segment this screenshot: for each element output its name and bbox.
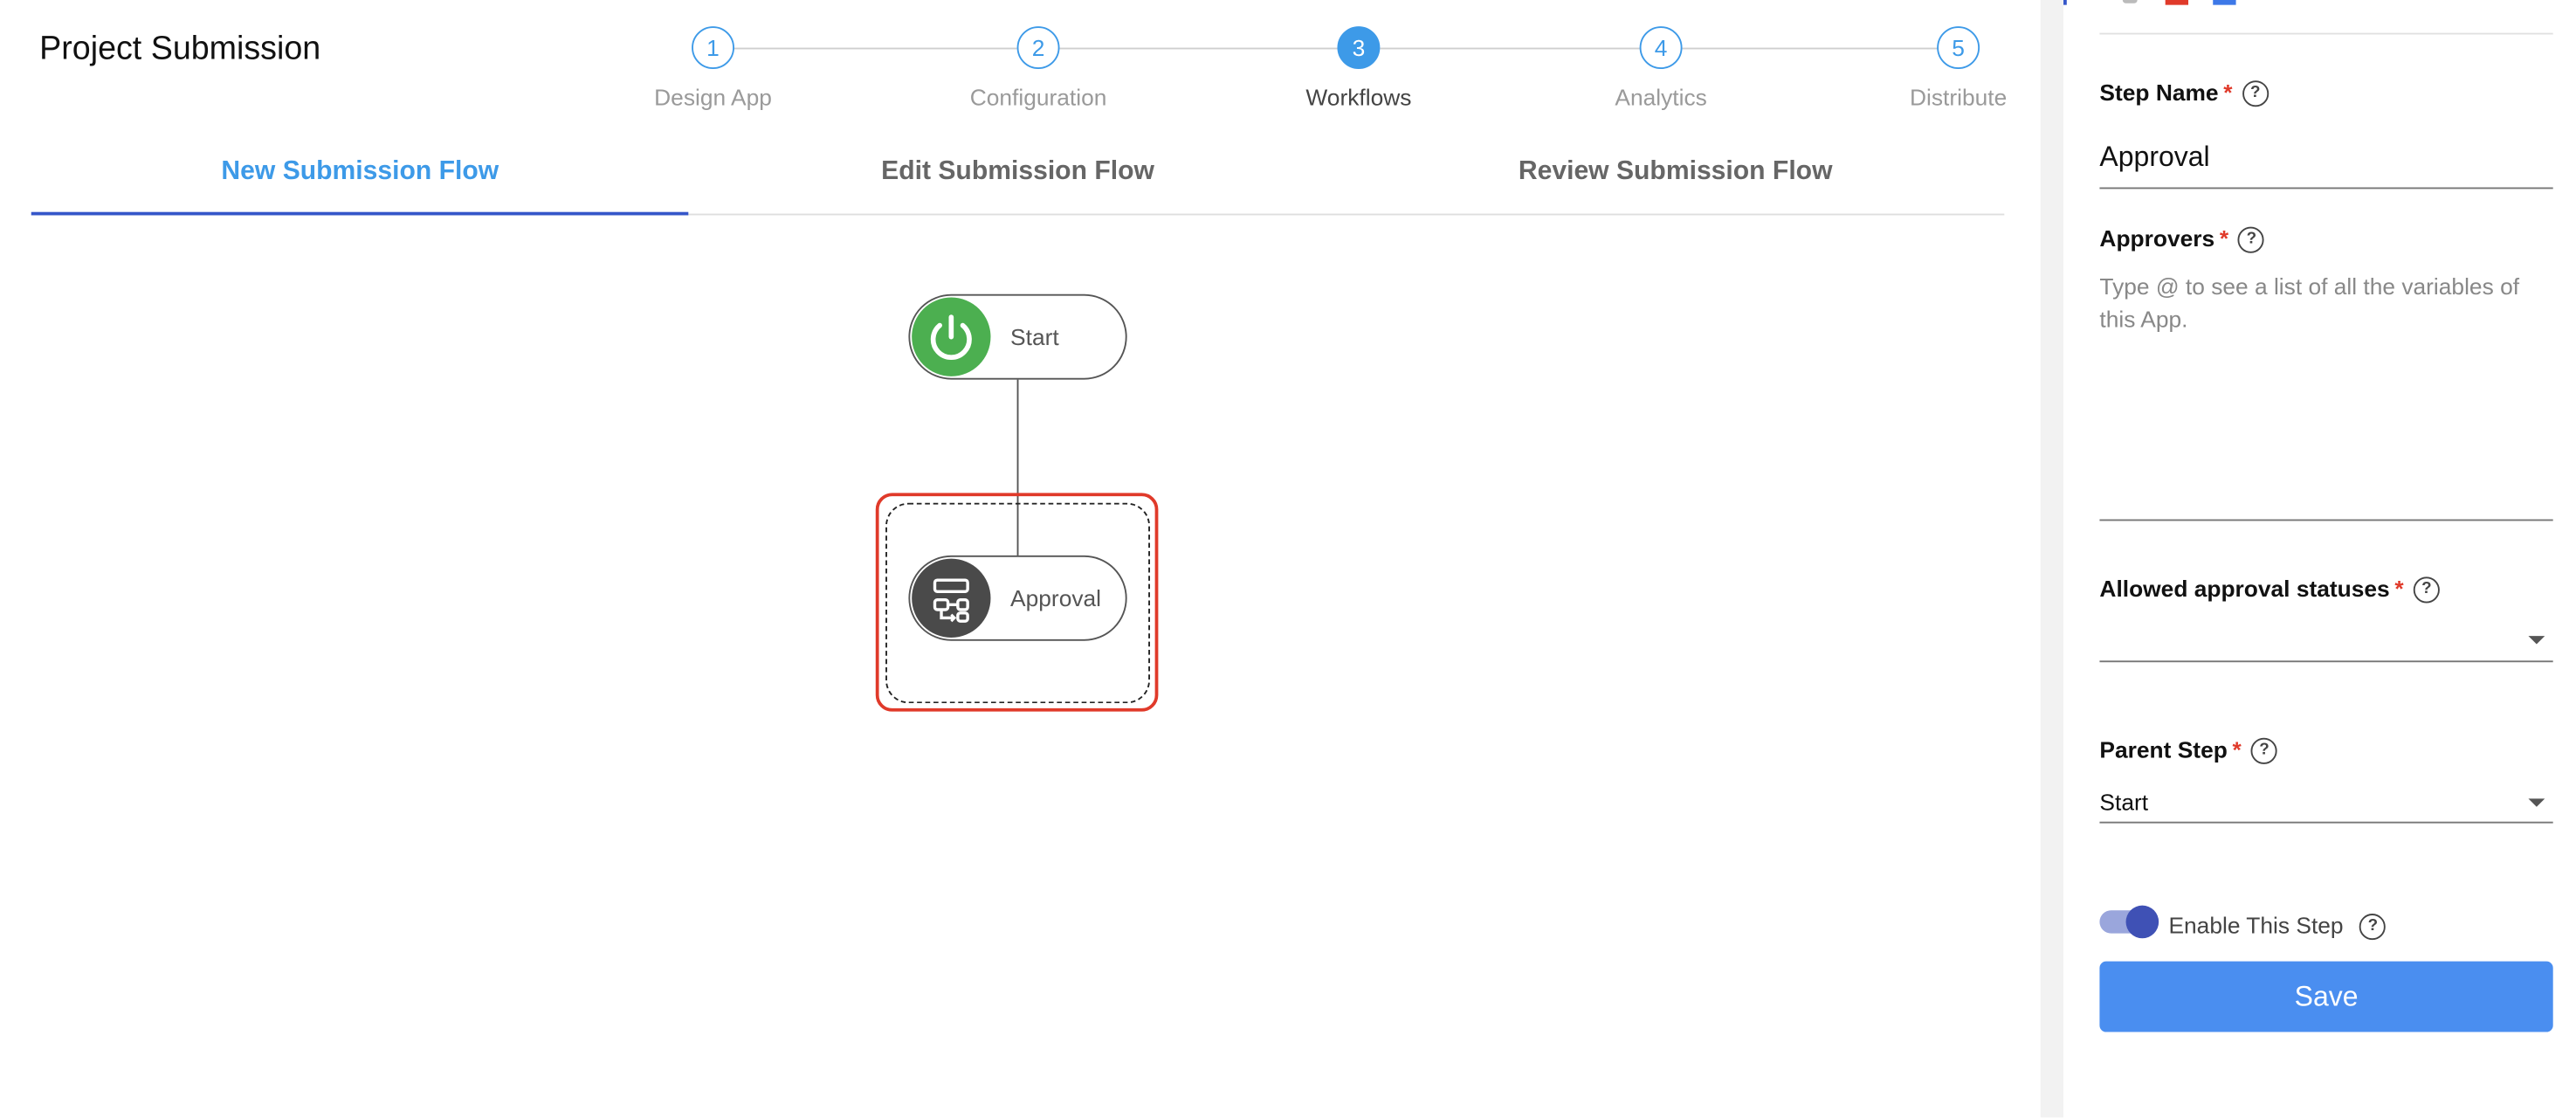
- approvers-input[interactable]: Type @ to see a list of all the variable…: [2099, 270, 2552, 335]
- approvers-underline: [2099, 519, 2553, 521]
- required-marker: *: [2394, 575, 2404, 602]
- help-icon[interactable]: ?: [2251, 738, 2278, 765]
- toolbar-stub: [2165, 0, 2189, 5]
- required-marker: *: [2232, 735, 2242, 763]
- chevron-down-icon[interactable]: [2528, 798, 2545, 807]
- help-icon[interactable]: ?: [2238, 227, 2265, 254]
- flow-node-label: Start: [1010, 323, 1059, 350]
- step-name-underline: [2099, 187, 2553, 190]
- main-area: Project Submission 1 Design App 2 Config…: [0, 0, 2041, 1118]
- panel-separator: [2099, 32, 2553, 35]
- help-icon[interactable]: ?: [2242, 80, 2269, 107]
- allowed-statuses-underline: [2099, 660, 2553, 663]
- enable-step-label: Enable This Step?: [2168, 912, 2387, 941]
- flow-node-start[interactable]: Start: [908, 293, 1127, 380]
- enable-step-toggle[interactable]: [2099, 905, 2165, 941]
- step-name-input[interactable]: Approval: [2099, 141, 2209, 175]
- toolbar-stub: [2063, 0, 2067, 5]
- toggle-knob: [2125, 905, 2159, 939]
- workflow-icon: [912, 558, 991, 638]
- step-settings-panel: Step Name *? Approval Approvers *? Type @ …: [2063, 0, 2576, 1118]
- parent-step-underline: [2099, 821, 2553, 824]
- toolbar-stub: [2213, 0, 2236, 5]
- allowed-statuses-label: Allowed approval statuses *?: [2099, 575, 2440, 604]
- power-icon: [912, 297, 991, 376]
- step-name-label: Step Name *?: [2099, 79, 2269, 107]
- required-marker: *: [2219, 224, 2229, 252]
- parent-step-label: Parent Step *?: [2099, 735, 2278, 765]
- approvers-label: Approvers *?: [2099, 224, 2265, 254]
- parent-step-select[interactable]: Start: [2099, 789, 2148, 815]
- save-button[interactable]: Save: [2099, 961, 2553, 1032]
- chevron-down-icon[interactable]: [2528, 636, 2545, 645]
- required-marker: *: [2223, 79, 2233, 106]
- toolbar-stub: [2122, 0, 2138, 3]
- help-icon[interactable]: ?: [2359, 914, 2387, 941]
- flow-node-approval[interactable]: Approval: [908, 555, 1127, 641]
- help-icon[interactable]: ?: [2413, 576, 2440, 604]
- flow-node-label: Approval: [1010, 584, 1102, 611]
- workflow-canvas[interactable]: Start Approval: [0, 215, 2041, 1117]
- panel-divider: [2040, 0, 2064, 1118]
